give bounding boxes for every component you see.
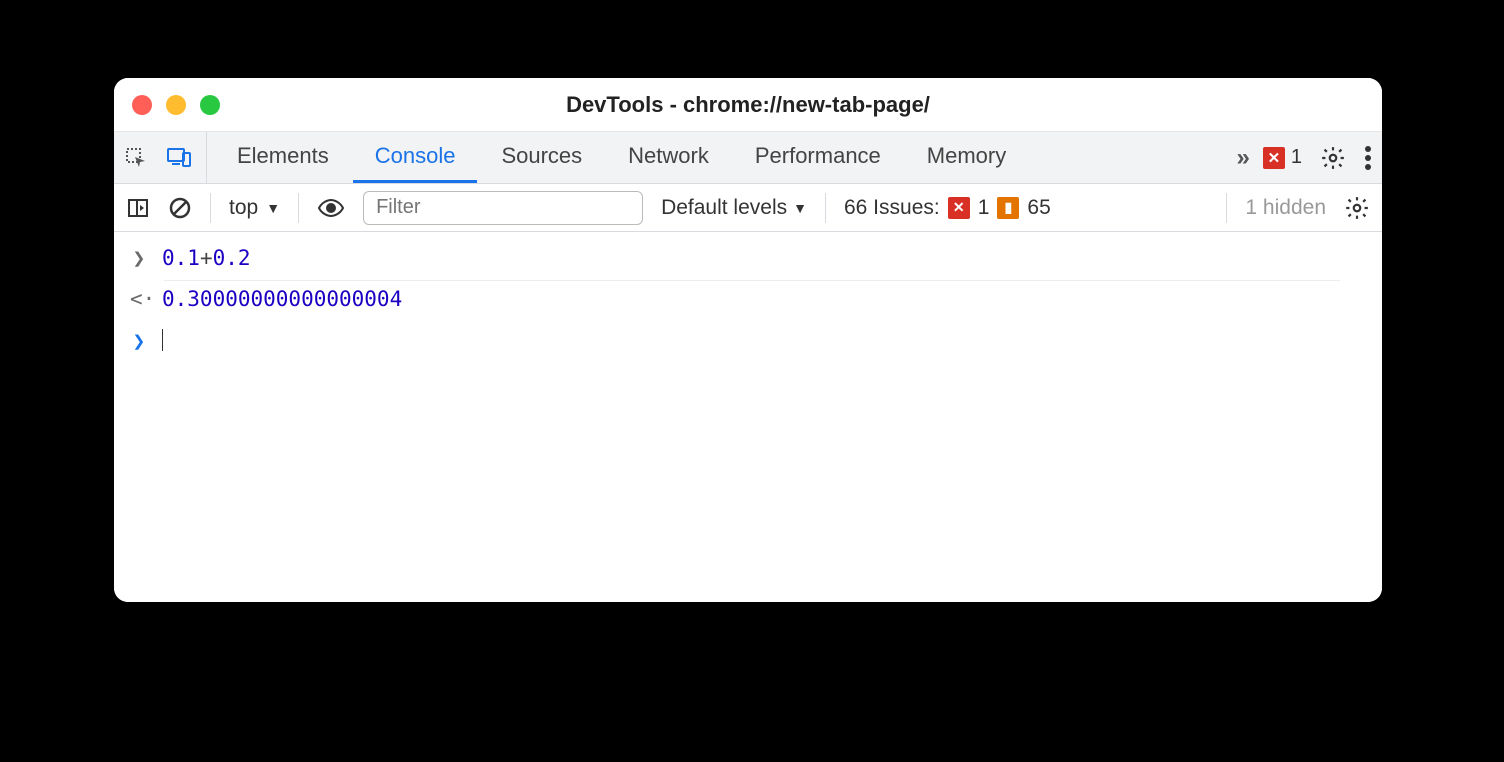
device-toolbar-icon[interactable] (166, 146, 192, 170)
tab-network[interactable]: Network (606, 132, 731, 183)
input-marker-icon: ❯ (130, 246, 148, 270)
divider (210, 193, 211, 223)
inspect-element-icon[interactable] (124, 146, 148, 170)
levels-label: Default levels (661, 196, 787, 220)
warning-icon: ▮ (997, 197, 1019, 219)
log-levels-selector[interactable]: Default levels ▼ (661, 196, 807, 220)
close-window-button[interactable] (132, 95, 152, 115)
titlebar: DevTools - chrome://new-tab-page/ (114, 78, 1382, 132)
issues-warn-count: 65 (1027, 196, 1050, 220)
prompt-marker-icon: ❯ (130, 329, 148, 353)
tab-label: Sources (501, 143, 582, 169)
tabs: Elements Console Sources Network Perform… (215, 132, 1028, 183)
error-icon: ✕ (1263, 147, 1285, 169)
tab-label: Console (375, 143, 456, 169)
main-tabs-bar: Elements Console Sources Network Perform… (114, 132, 1382, 184)
tab-performance[interactable]: Performance (733, 132, 903, 183)
console-result: <· 0.30000000000000004 (114, 281, 1382, 319)
tab-elements[interactable]: Elements (215, 132, 351, 183)
issues-summary[interactable]: 66 Issues: ✕ 1 ▮ 65 (844, 196, 1051, 220)
execution-context-selector[interactable]: top ▼ (229, 196, 280, 220)
error-count-badge[interactable]: ✕ 1 (1263, 146, 1302, 169)
toggle-drawer-icon[interactable] (126, 196, 150, 220)
console-prompt[interactable]: ❯ (114, 319, 1382, 363)
error-count: 1 (1291, 146, 1302, 169)
minimize-window-button[interactable] (166, 95, 186, 115)
tab-label: Elements (237, 143, 329, 169)
tab-label: Performance (755, 143, 881, 169)
tab-label: Memory (927, 143, 1006, 169)
kebab-menu-icon[interactable] (1364, 145, 1372, 171)
input-expression: 0.1+0.2 (162, 246, 251, 270)
tab-sources[interactable]: Sources (479, 132, 604, 183)
chevron-down-icon: ▼ (793, 200, 807, 216)
tab-memory[interactable]: Memory (905, 132, 1028, 183)
issues-label: 66 Issues: (844, 196, 940, 220)
divider (298, 193, 299, 223)
hidden-messages-label[interactable]: 1 hidden (1245, 196, 1326, 220)
chevron-down-icon: ▼ (266, 200, 280, 216)
settings-icon[interactable] (1320, 145, 1346, 171)
result-marker-icon: <· (130, 287, 148, 311)
result-value: 0.30000000000000004 (162, 287, 402, 311)
console-settings-icon[interactable] (1344, 195, 1370, 221)
number-literal: 0.1 (162, 246, 200, 270)
live-expression-icon[interactable] (317, 198, 345, 218)
clear-console-icon[interactable] (168, 196, 192, 220)
issues-error-count: 1 (978, 196, 990, 220)
filter-input[interactable] (363, 191, 643, 225)
context-label: top (229, 196, 258, 220)
tab-console[interactable]: Console (353, 132, 478, 183)
console-input-echo: ❯ 0.1+0.2 (114, 238, 1382, 278)
console-toolbar: top ▼ Default levels ▼ 66 Issues: ✕ 1 ▮ … (114, 184, 1382, 232)
operator: + (200, 246, 213, 270)
more-tabs-icon[interactable]: » (1237, 144, 1245, 172)
error-icon: ✕ (948, 197, 970, 219)
divider (825, 193, 826, 223)
number-literal: 0.2 (213, 246, 251, 270)
cursor (162, 329, 163, 351)
divider (1226, 193, 1227, 223)
window-controls (132, 95, 220, 115)
tab-label: Network (628, 143, 709, 169)
zoom-window-button[interactable] (200, 95, 220, 115)
console-output: ❯ 0.1+0.2 <· 0.30000000000000004 ❯ (114, 232, 1382, 602)
window-title: DevTools - chrome://new-tab-page/ (114, 92, 1382, 118)
devtools-window: DevTools - chrome://new-tab-page/ Elemen… (114, 78, 1382, 602)
